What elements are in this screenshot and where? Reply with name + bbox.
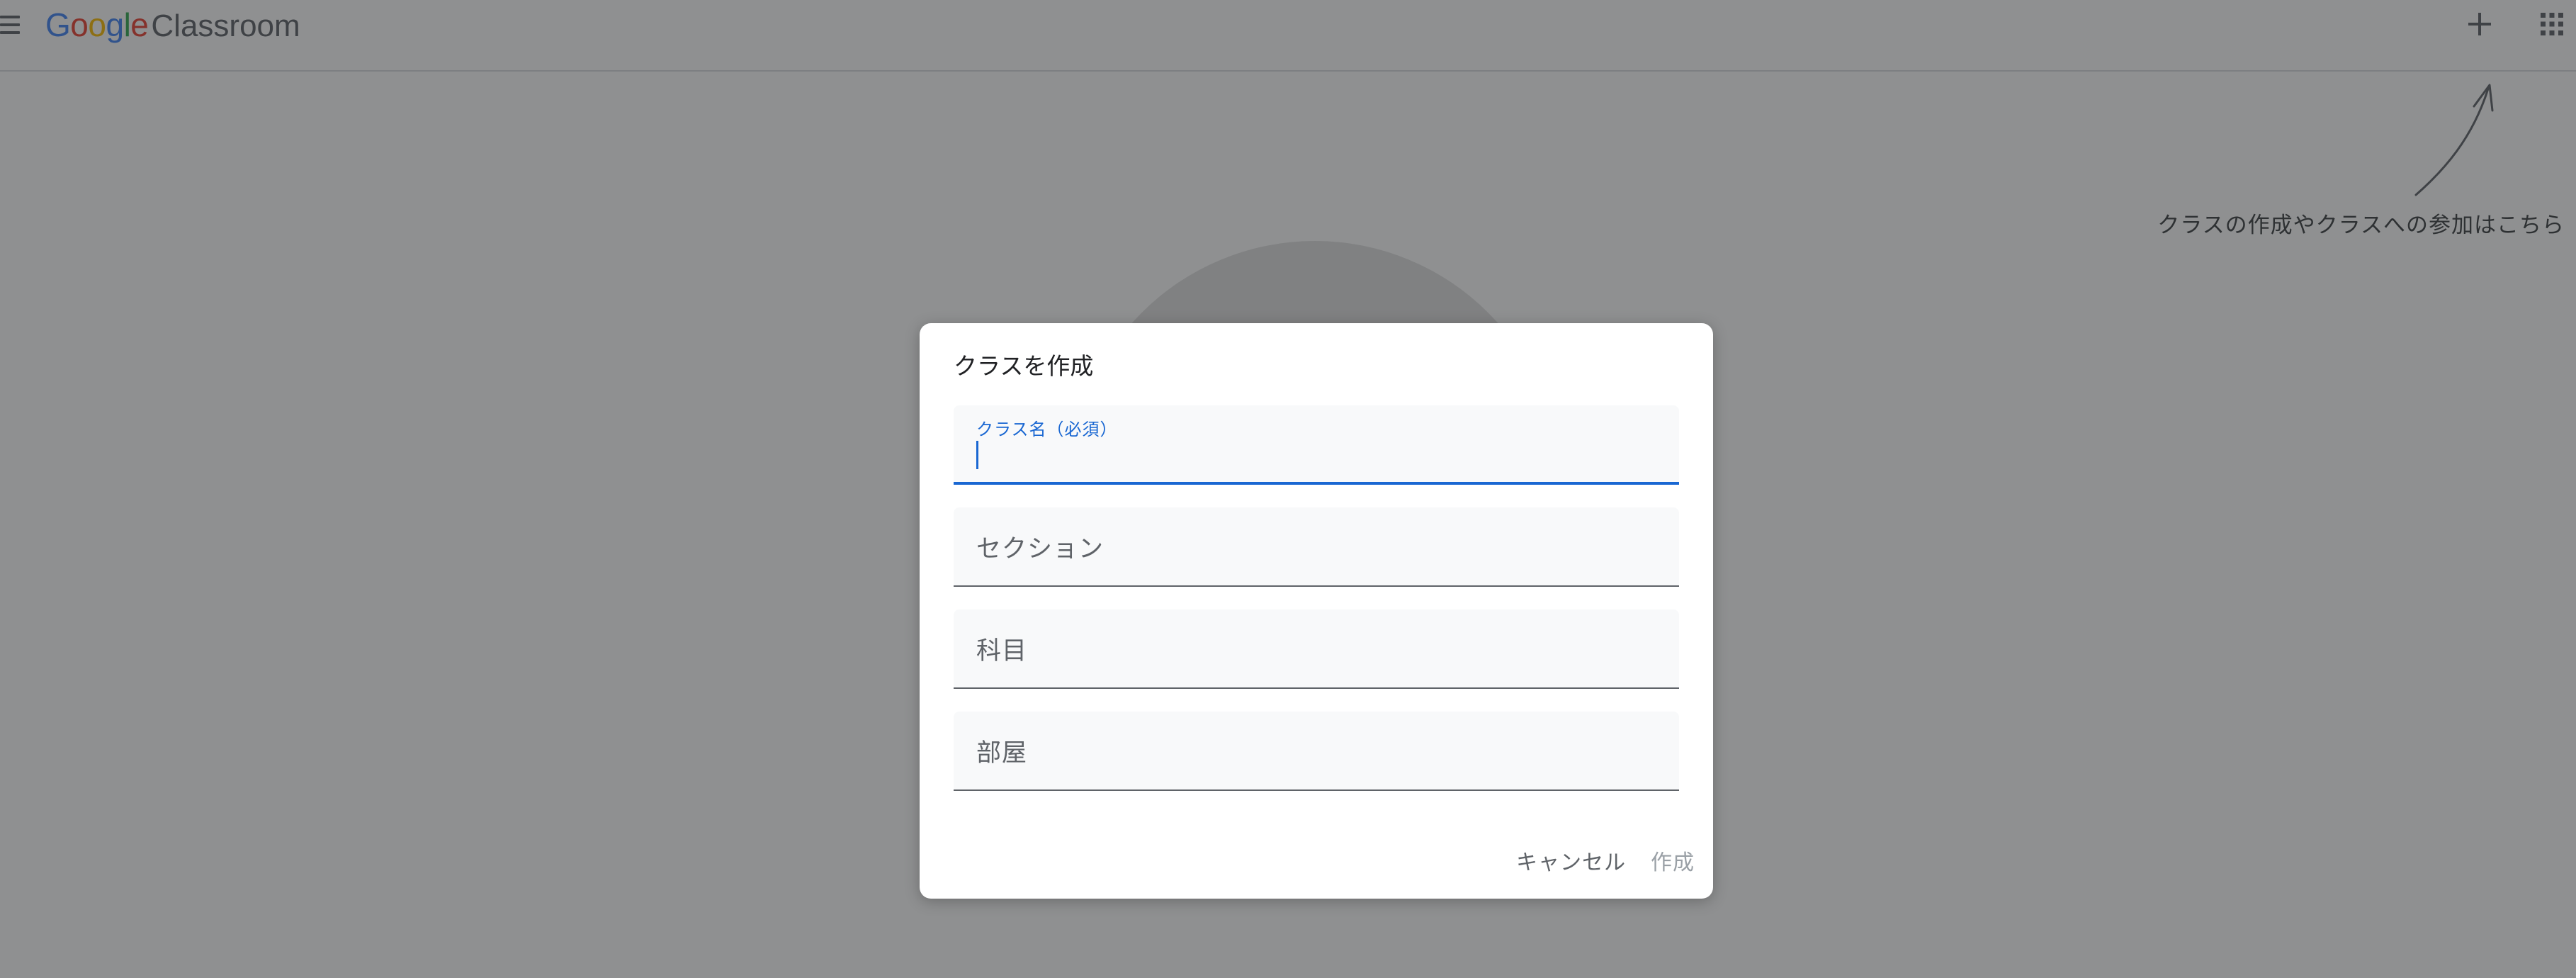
create-button[interactable]: 作成: [1651, 845, 1695, 876]
room-field[interactable]: 部屋: [954, 712, 1679, 791]
dialog-title: クラスを作成: [954, 353, 1094, 379]
subject-field[interactable]: 科目: [954, 609, 1679, 689]
create-class-dialog: クラスを作成 クラス名（必須） セクション 科目 部屋 キャンセル 作成: [920, 323, 1713, 899]
class-name-field[interactable]: クラス名（必須）: [954, 405, 1679, 485]
section-field[interactable]: セクション: [954, 507, 1679, 587]
room-label: 部屋: [976, 739, 1028, 767]
class-name-label: クラス名（必須）: [976, 420, 1118, 439]
section-label: セクション: [976, 535, 1105, 563]
subject-label: 科目: [976, 637, 1028, 665]
class-name-input[interactable]: [976, 438, 1656, 472]
cancel-button[interactable]: キャンセル: [1516, 845, 1626, 876]
